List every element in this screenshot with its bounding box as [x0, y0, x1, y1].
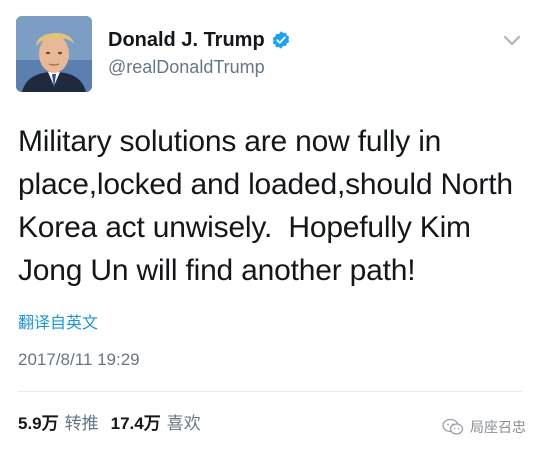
retweets-stat[interactable]: 5.9万 转推 [18, 414, 99, 434]
tweet-text: Military solutions are now fully in plac… [18, 125, 521, 287]
user-name-row: Donald J. Trump [108, 28, 291, 52]
watermark-text: 局座召忠 [470, 419, 526, 435]
retweets-label: 转推 [64, 414, 99, 433]
display-name[interactable]: Donald J. Trump [108, 28, 265, 52]
translate-link[interactable]: 翻译自英文 [18, 314, 98, 334]
verified-badge-icon [271, 30, 291, 50]
tweet-timestamp[interactable]: 2017/8/11 19:29 [18, 350, 140, 370]
likes-label: 喜欢 [166, 414, 201, 433]
avatar[interactable] [16, 16, 92, 92]
watermark: 局座召忠 [442, 418, 526, 436]
avatar-portrait-icon [16, 16, 92, 92]
likes-count: 17.4万 [110, 414, 161, 433]
tweet-stats: 5.9万 转推 17.4万 喜欢 [18, 414, 213, 434]
likes-stat[interactable]: 17.4万 喜欢 [111, 414, 201, 434]
retweets-count: 5.9万 [18, 414, 59, 433]
chevron-down-icon[interactable] [502, 34, 522, 48]
user-handle[interactable]: @realDonaldTrump [108, 56, 265, 78]
wechat-logo-icon [442, 418, 464, 436]
divider [18, 391, 522, 392]
